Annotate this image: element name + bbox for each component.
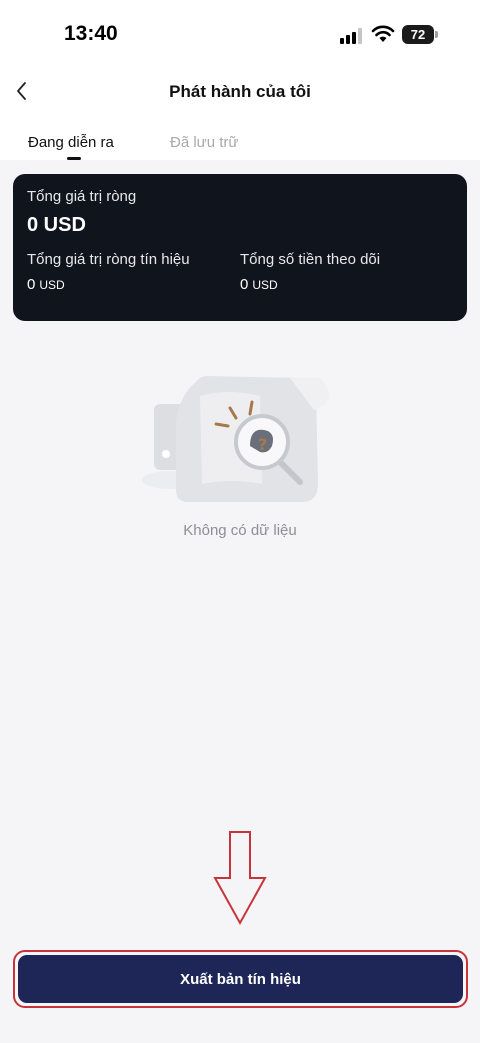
empty-state-text: Không có dữ liệu [183, 522, 297, 539]
annotation-arrow-icon [213, 831, 267, 926]
status-bar: 13:40 72 [0, 0, 480, 70]
cellular-signal-icon [340, 28, 364, 44]
followed-total-label: Tổng số tiền theo dõi [240, 251, 381, 268]
publish-signal-label: Xuất bản tín hiệu [18, 955, 463, 1003]
svg-text:?: ? [258, 435, 267, 454]
battery-nub [435, 31, 438, 38]
summary-card: Tổng giá trị ròng 0 USD Tổng giá trị ròn… [13, 174, 467, 321]
tab-archived[interactable]: Đã lưu trữ [170, 134, 238, 151]
tab-ongoing[interactable]: Đang diễn ra [28, 134, 114, 151]
signal-net-value-amount: 0 [27, 276, 36, 293]
header-area: 13:40 72 Phát hành của tôi Đang diễn ra … [0, 0, 480, 160]
empty-document-magnifier-icon: ? [142, 376, 329, 502]
wifi-icon [371, 25, 395, 42]
publish-signal-button[interactable]: Xuất bản tín hiệu [13, 950, 468, 1008]
nav-bar: Phát hành của tôi [0, 70, 480, 116]
battery-icon: 72 [402, 25, 434, 44]
followed-total: 0 USD [240, 276, 278, 293]
followed-total-unit: USD [252, 278, 278, 292]
signal-net-value-label: Tổng giá trị ròng tín hiệu [27, 251, 190, 268]
active-tab-indicator [67, 157, 81, 160]
signal-net-value-unit: USD [39, 278, 65, 292]
signal-net-value: 0 USD [27, 276, 65, 293]
followed-total-amount: 0 [240, 276, 249, 293]
net-value-label: Tổng giá trị ròng [27, 188, 137, 205]
tab-bar: Đang diễn ra Đã lưu trữ [0, 128, 480, 160]
status-time: 13:40 [64, 22, 118, 45]
page-title: Phát hành của tôi [169, 82, 311, 101]
net-value: 0 USD [27, 214, 86, 236]
